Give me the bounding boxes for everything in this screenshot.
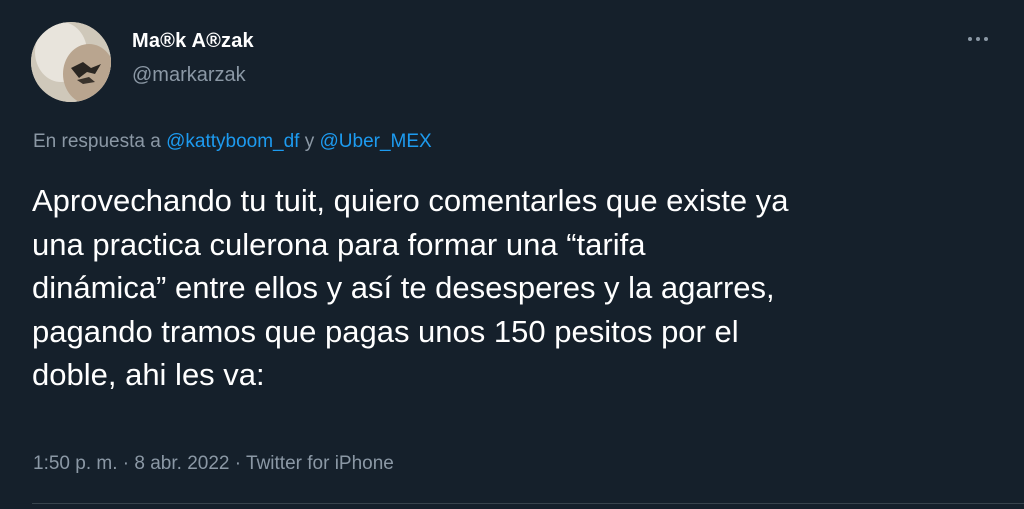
tweet-text: Aprovechando tu tuit, quiero comentarles… bbox=[32, 183, 789, 392]
mention-kattyboom[interactable]: @kattyboom_df bbox=[166, 131, 299, 152]
tweet-meta: 1:50 p. m. · 8 abr. 2022 · Twitter for i… bbox=[33, 453, 394, 475]
meta-separator: · bbox=[117, 453, 135, 474]
more-options-icon[interactable] bbox=[958, 24, 998, 54]
tweet: Ma®k A®zak @markarzak En respuesta a @ka… bbox=[0, 0, 1024, 509]
dot bbox=[984, 37, 988, 41]
tweet-time[interactable]: 1:50 p. m. bbox=[33, 453, 118, 474]
tweet-date[interactable]: 8 abr. 2022 bbox=[134, 453, 229, 474]
divider bbox=[32, 503, 1024, 504]
avatar-photo-icon bbox=[31, 22, 111, 102]
mention-uber-mex[interactable]: @Uber_MEX bbox=[320, 131, 432, 152]
reply-prefix: En respuesta a bbox=[33, 131, 167, 152]
dot bbox=[976, 37, 980, 41]
tweet-source[interactable]: Twitter for iPhone bbox=[246, 453, 394, 474]
meta-separator: · bbox=[229, 453, 247, 474]
avatar[interactable] bbox=[31, 22, 111, 102]
reply-context: En respuesta a @kattyboom_df y @Uber_MEX bbox=[33, 131, 432, 153]
reply-conjunction: y bbox=[299, 131, 320, 152]
dot bbox=[968, 37, 972, 41]
author-handle[interactable]: @markarzak bbox=[132, 64, 246, 87]
author-name[interactable]: Ma®k A®zak bbox=[132, 30, 254, 53]
